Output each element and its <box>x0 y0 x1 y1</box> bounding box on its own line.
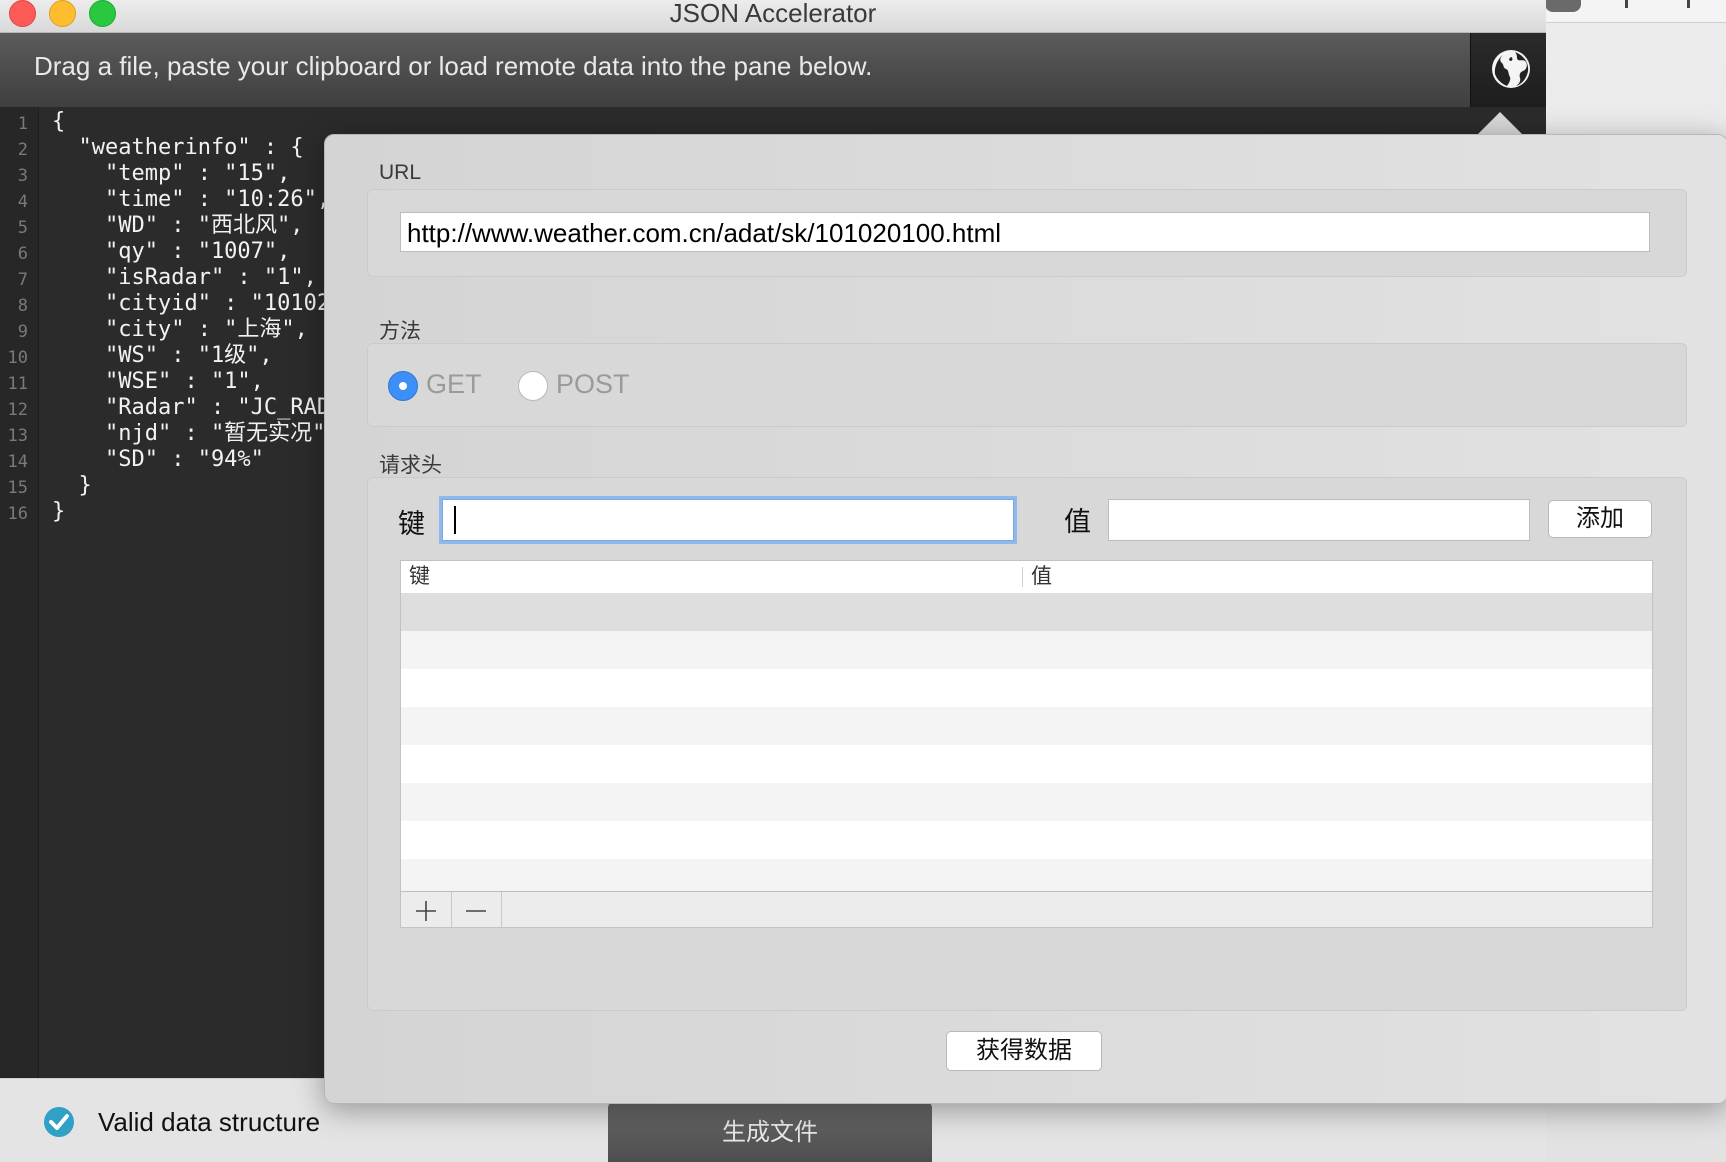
line-number: 15 <box>7 478 28 498</box>
add-row-button[interactable] <box>401 892 452 927</box>
line-number: 5 <box>17 218 28 238</box>
line-number: 9 <box>17 322 28 342</box>
line-number: 7 <box>17 270 28 290</box>
method-section: GET POST <box>367 343 1687 427</box>
column-header-key[interactable]: 键 <box>401 561 430 593</box>
header-value-input[interactable] <box>1108 499 1530 541</box>
key-field-label: 键 <box>398 509 425 539</box>
table-row[interactable] <box>401 783 1652 821</box>
line-number: 4 <box>17 192 28 212</box>
table-row[interactable] <box>401 593 1652 631</box>
popover-arrow <box>1477 112 1523 135</box>
title-bar: JSON Accelerator <box>0 0 1546 33</box>
post-radio[interactable] <box>518 371 548 401</box>
url-section: http://www.weather.com.cn/adat/sk/101020… <box>367 189 1687 277</box>
line-number-gutter: 1 2 3 4 5 6 7 8 9 10 11 12 13 14 15 16 <box>0 107 39 1078</box>
fetch-data-button[interactable]: 获得数据 <box>946 1031 1102 1071</box>
line-number: 3 <box>17 166 28 186</box>
background-toolbar-pill <box>1545 0 1581 12</box>
text-caret <box>454 506 456 534</box>
line-number: 14 <box>7 452 28 472</box>
table-row[interactable] <box>401 631 1652 669</box>
table-row[interactable] <box>401 745 1652 783</box>
value-field-label: 值 <box>1064 507 1091 537</box>
toolbar-hint: Drag a file, paste your clipboard or loa… <box>34 51 873 81</box>
post-radio-label[interactable]: POST <box>556 369 630 400</box>
load-remote-popover: URL http://www.weather.com.cn/adat/sk/10… <box>324 134 1726 1104</box>
get-radio-label[interactable]: GET <box>426 369 482 400</box>
line-number: 1 <box>17 114 28 134</box>
load-remote-button[interactable] <box>1470 33 1546 107</box>
json-code-text[interactable]: { "weatherinfo" : { "temp" : "15", "time… <box>52 109 330 525</box>
line-number: 11 <box>7 374 28 394</box>
get-radio[interactable] <box>388 371 418 401</box>
line-number: 12 <box>7 400 28 420</box>
column-header-value[interactable]: 值 <box>1023 561 1052 593</box>
background-toolbar-mark <box>1625 0 1628 8</box>
line-number: 10 <box>7 348 28 368</box>
add-header-button[interactable]: 添加 <box>1548 500 1652 538</box>
validation-status: Valid data structure <box>98 1107 321 1137</box>
url-section-label: URL <box>379 161 422 184</box>
line-number: 13 <box>7 426 28 446</box>
plus-icon <box>416 901 436 921</box>
table-row[interactable] <box>401 669 1652 707</box>
headers-section: 键 值 添加 键 值 <box>367 477 1687 1011</box>
method-section-label: 方法 <box>379 320 421 343</box>
toolbar: Drag a file, paste your clipboard or loa… <box>0 33 1546 107</box>
line-number: 6 <box>17 244 28 264</box>
valid-check-icon <box>44 1107 74 1137</box>
line-number: 8 <box>17 296 28 316</box>
table-row[interactable] <box>401 707 1652 745</box>
line-number: 16 <box>7 504 28 524</box>
url-input[interactable]: http://www.weather.com.cn/adat/sk/101020… <box>400 212 1650 252</box>
line-number: 2 <box>17 140 28 160</box>
generate-files-button[interactable]: 生成文件 <box>608 1102 932 1162</box>
background-toolbar-mark <box>1687 0 1690 8</box>
table-row[interactable] <box>401 821 1652 859</box>
table-footer <box>401 891 1652 927</box>
remove-row-button[interactable] <box>451 892 502 927</box>
background-window-toolbar <box>1528 0 1726 23</box>
window-title: JSON Accelerator <box>669 0 877 28</box>
minus-icon <box>466 910 486 912</box>
globe-icon <box>1492 50 1530 88</box>
headers-table[interactable]: 键 值 <box>400 560 1653 928</box>
headers-section-label: 请求头 <box>379 454 442 477</box>
header-key-input[interactable] <box>442 499 1014 541</box>
